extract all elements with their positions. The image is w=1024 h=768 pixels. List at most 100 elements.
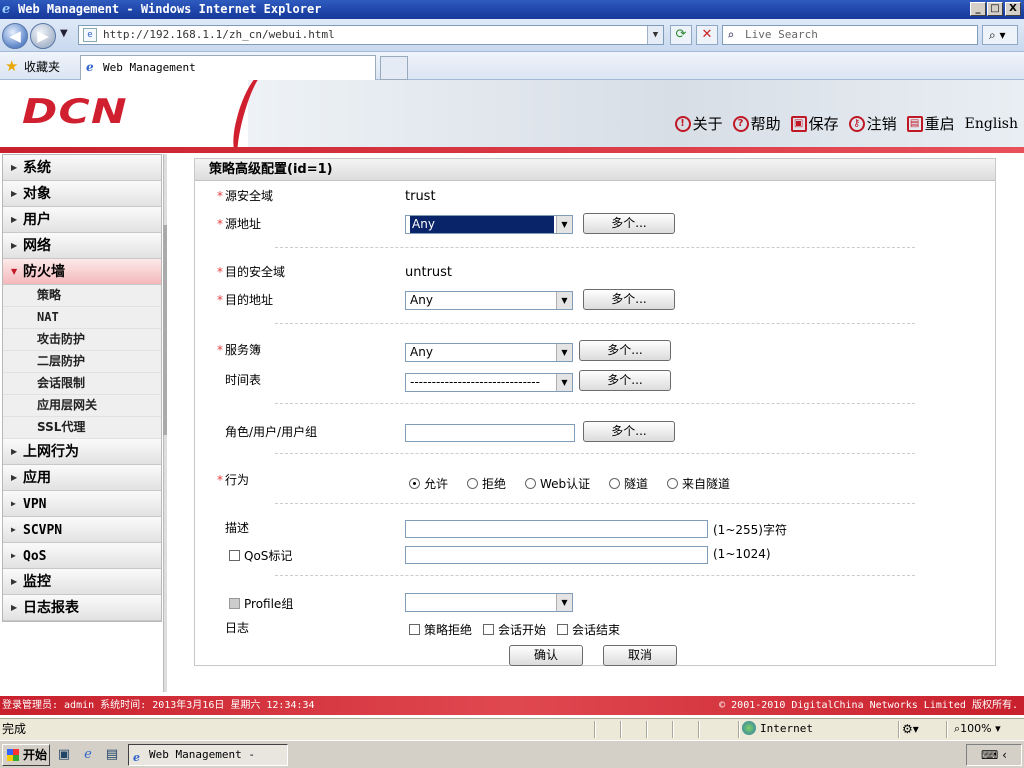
sidebar-item-logs[interactable]: ▶ 日志报表 (3, 595, 161, 621)
menu-reboot[interactable]: ▤ 重启 (906, 113, 955, 134)
back-button[interactable]: ◀ (2, 23, 28, 49)
maximize-button[interactable]: □ (987, 2, 1003, 16)
src-zone-value: trust (405, 189, 436, 204)
tray-expand-icon[interactable]: ‹ (1002, 748, 1007, 762)
taskbar-ie-window[interactable]: e Web Management - Wi... (128, 744, 288, 766)
qos-input[interactable] (405, 546, 708, 564)
forward-button[interactable]: ▶ (30, 23, 56, 49)
role-multi-button[interactable]: 多个... (583, 421, 675, 442)
action-radio-tunnel[interactable]: 隧道 (609, 475, 648, 492)
server-manager-icon[interactable]: ▤ (104, 747, 120, 763)
log-session-start-checkbox[interactable]: 会话开始 (483, 621, 546, 638)
menu-help[interactable]: ? 帮助 (732, 113, 781, 134)
chevron-down-icon: ▼ (556, 216, 572, 233)
src-addr-select[interactable]: Any ▼ (405, 215, 573, 234)
menu-english[interactable]: English (965, 116, 1018, 132)
protected-mode-icon[interactable]: ⚙▾ (902, 719, 919, 739)
schedule-select[interactable]: ------------------------------ ▼ (405, 373, 573, 392)
address-dropdown-icon[interactable]: ▼ (647, 26, 663, 44)
chevron-down-icon: ▼ (556, 374, 572, 391)
src-addr-multi-button[interactable]: 多个... (583, 213, 675, 234)
menu-logout-label: 注销 (866, 115, 897, 133)
role-input[interactable] (405, 424, 575, 442)
sidebar-sub-nat[interactable]: NAT (3, 307, 161, 329)
panel-title: 策略高级配置(id=1) (195, 159, 995, 181)
service-select[interactable]: Any ▼ (405, 343, 573, 362)
profile-select[interactable]: ▼ (405, 593, 573, 612)
browser-statusbar: 完成 Internet ⚙▾ ⌕100% ▾ (0, 718, 1024, 740)
action-radio-permit[interactable]: 允许 (409, 475, 448, 492)
sidebar-item-users[interactable]: ▶ 用户 (3, 207, 161, 233)
dst-zone-value: untrust (405, 265, 453, 280)
dcn-logo: DCN (22, 92, 128, 132)
sidebar-item-monitor[interactable]: ▶ 监控 (3, 569, 161, 595)
search-button[interactable]: ⌕ ▾ (982, 25, 1018, 45)
divider (275, 323, 915, 324)
sidebar-item-qos[interactable]: ▶ QoS (3, 543, 161, 569)
menu-save[interactable]: ▣ 保存 (790, 113, 839, 134)
favorites-star-icon[interactable]: ★ (5, 57, 18, 75)
ie-quicklaunch-icon[interactable]: e (80, 747, 96, 763)
action-radio-deny[interactable]: 拒绝 (467, 475, 506, 492)
log-policy-deny-checkbox[interactable]: 策略拒绝 (409, 621, 472, 638)
sidebar-sub-l2-defense[interactable]: 二层防护 (3, 351, 161, 373)
chevron-down-icon: ▼ (556, 292, 572, 309)
qos-checkbox[interactable]: QoS标记 (229, 547, 292, 564)
sidebar-item-vpn[interactable]: ▶ VPN (3, 491, 161, 517)
action-radio-webauth[interactable]: Web认证 (525, 475, 590, 492)
chevron-down-icon: ▼ (556, 344, 572, 361)
sidebar-item-network[interactable]: ▶ 网络 (3, 233, 161, 259)
status-separator (620, 721, 622, 738)
start-button[interactable]: 开始 (2, 744, 50, 766)
history-dropdown-icon[interactable]: ▼ (60, 28, 68, 39)
menu-logout[interactable]: ⚷ 注销 (848, 113, 897, 134)
chevron-right-icon: ▶ (11, 577, 18, 586)
keyboard-icon[interactable]: ⌨ (981, 748, 998, 762)
sidebar-label: 上网行为 (23, 444, 79, 460)
minimize-button[interactable]: _ (970, 2, 986, 16)
desc-input[interactable] (405, 520, 708, 538)
browser-tab[interactable]: e Web Management (80, 55, 376, 80)
radio-icon (525, 478, 536, 489)
system-tray: ⌨ ‹ (966, 744, 1022, 766)
sidebar-label: 应用 (23, 470, 51, 486)
sidebar-item-apps[interactable]: ▶ 应用 (3, 465, 161, 491)
sidebar-sub-ssl-proxy[interactable]: SSL代理 (3, 417, 161, 439)
sidebar-sub-alg[interactable]: 应用层网关 (3, 395, 161, 417)
sidebar-item-scvpn[interactable]: ▶ SCVPN (3, 517, 161, 543)
sidebar-item-web-behavior[interactable]: ▶ 上网行为 (3, 439, 161, 465)
sidebar-item-system[interactable]: ▶ 系统 (3, 155, 161, 181)
sidebar-sub-session-limit[interactable]: 会话限制 (3, 373, 161, 395)
address-input[interactable]: e http://192.168.1.1/zh_cn/webui.html ▼ (78, 25, 664, 45)
new-tab-button[interactable] (380, 56, 408, 80)
menu-about[interactable]: ! 关于 (674, 113, 723, 134)
stop-button[interactable]: ✕ (696, 25, 718, 45)
search-input[interactable]: ⌕ Live Search (722, 25, 978, 45)
ok-button[interactable]: 确认 (509, 645, 583, 666)
refresh-button[interactable]: ⟳ (670, 25, 692, 45)
sidebar-sub-policy[interactable]: 策略 (3, 285, 161, 307)
splitter-handle[interactable] (163, 225, 167, 435)
sidebar-item-firewall[interactable]: ▼ 防火墙 (3, 259, 161, 285)
sidebar-item-objects[interactable]: ▶ 对象 (3, 181, 161, 207)
log-session-end-checkbox[interactable]: 会话结束 (557, 621, 620, 638)
show-desktop-icon[interactable]: ▣ (56, 747, 72, 763)
zoom-control[interactable]: ⌕100% ▾ (954, 719, 1001, 739)
sidebar-label: 日志报表 (23, 600, 79, 616)
status-separator (594, 721, 596, 738)
radio-icon (409, 478, 420, 489)
dst-addr-multi-button[interactable]: 多个... (583, 289, 675, 310)
sidebar-sub-attack-defense[interactable]: 攻击防护 (3, 329, 161, 351)
chevron-right-icon: ▶ (11, 473, 18, 482)
src-zone-label-text: 源安全域 (225, 189, 274, 203)
cancel-button[interactable]: 取消 (603, 645, 677, 666)
schedule-multi-button[interactable]: 多个... (579, 370, 671, 391)
divider (275, 453, 915, 454)
dst-addr-label-text: 目的地址 (225, 293, 274, 307)
close-button[interactable]: X (1005, 2, 1021, 16)
action-radio-from-tunnel[interactable]: 来自隧道 (667, 475, 730, 492)
service-multi-button[interactable]: 多个... (579, 340, 671, 361)
dst-addr-select[interactable]: Any ▼ (405, 291, 573, 310)
search-icon: ⌕ ▾ (989, 28, 1006, 42)
favorites-label[interactable]: 收藏夹 (24, 58, 60, 75)
